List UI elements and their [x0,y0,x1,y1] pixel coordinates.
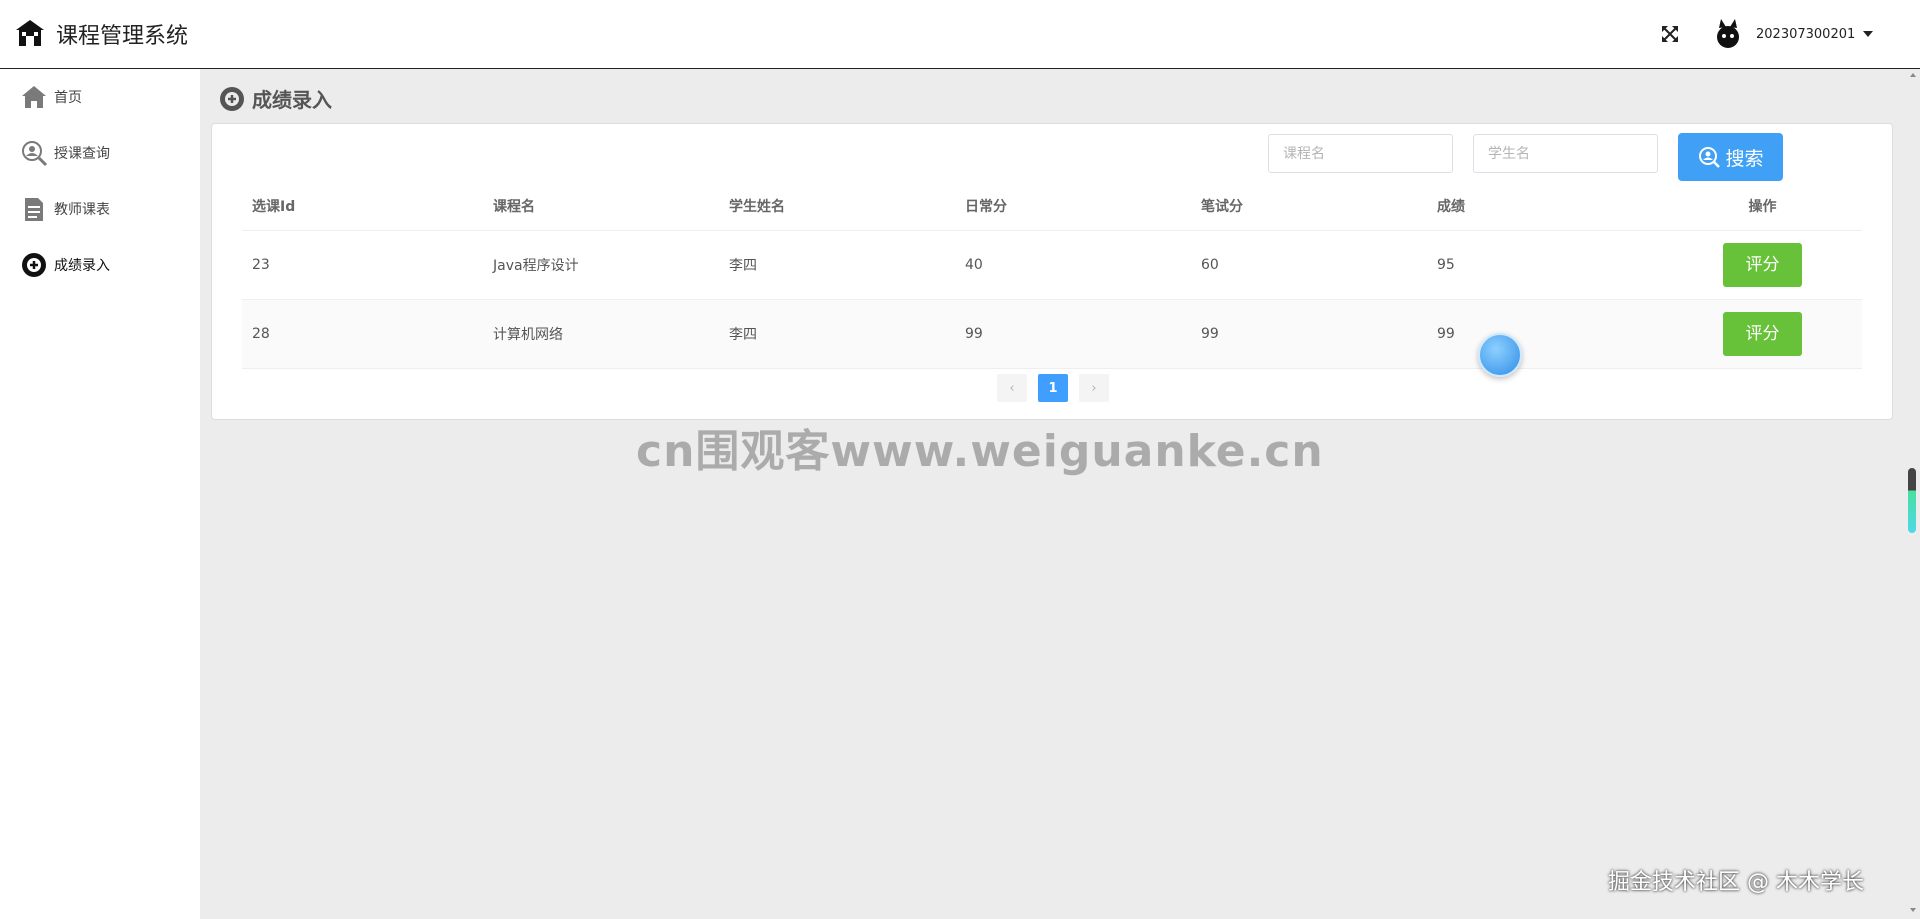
page-heading: 成绩录入 [218,84,332,113]
cell-written: 99 [1191,299,1427,369]
grade-button[interactable]: 评分 [1723,242,1802,287]
sidebar-item-label: 授课查询 [54,146,110,162]
school-building-icon [16,20,44,46]
floating-assistant-ball[interactable] [1478,333,1522,377]
cell-course: Java程序设计 [483,230,719,300]
column-header[interactable]: 日常分 [955,183,1191,231]
top-header: 课程管理系统 202307300201 [0,0,1920,69]
cat-avatar-icon [1717,19,1739,48]
add-circle-icon [20,251,48,279]
column-header[interactable]: 笔试分 [1191,183,1427,231]
sidebar-item-home[interactable]: 首页 [0,69,200,125]
scroll-up-arrow-icon[interactable] [1910,73,1916,77]
cell-student: 李四 [719,230,955,300]
column-header: 操作 [1663,183,1862,231]
table-header-row: 选课Id 课程名 学生姓名 日常分 笔试分 成绩 操作 [242,183,1862,231]
user-menu[interactable]: 202307300201 [1712,18,1874,50]
search-user-icon [20,139,48,167]
page-title: 成绩录入 [252,88,332,112]
sidebar-item-label: 成绩录入 [54,258,110,274]
search-button[interactable]: 搜索 [1678,133,1783,181]
cell-id: 28 [242,299,483,369]
footer-credit: 掘金技术社区 @ 木木学长 [1608,870,1864,895]
cell-course: 计算机网络 [483,299,719,369]
grade-entry-panel: 搜索 选课Id 课程名 学生姓名 日常分 笔试分 成绩 操作 23 Java程序… [211,123,1893,420]
grades-table: 选课Id 课程名 学生姓名 日常分 笔试分 成绩 操作 23 Java程序设计 … [242,183,1862,369]
student-name-input[interactable] [1473,134,1658,173]
cell-student: 李四 [719,299,955,369]
cell-score: 95 [1427,230,1663,300]
home-icon [20,83,48,111]
cell-action: 评分 [1663,230,1862,300]
add-circle-icon [220,86,244,111]
username[interactable]: 202307300201 [1756,27,1855,42]
column-header[interactable]: 选课Id [242,183,483,231]
sidebar: 首页 授课查询 教师课表 成绩录入 [0,69,200,919]
sidebar-item-grade-entry[interactable]: 成绩录入 [0,237,200,293]
column-header[interactable]: 成绩 [1427,183,1663,231]
column-header[interactable]: 学生姓名 [719,183,955,231]
scroll-down-arrow-icon[interactable] [1910,908,1916,912]
fullscreen-expand-icon[interactable] [1658,22,1682,46]
app-title: 课程管理系统 [56,24,189,49]
grade-button[interactable]: 评分 [1723,311,1802,356]
cell-score: 99 [1427,299,1663,369]
cell-action: 评分 [1663,299,1862,369]
brand: 课程管理系统 [14,18,188,50]
watermark: cn围观客www.weiguanke.cn [636,426,1324,477]
table-row: 28 计算机网络 李四 99 99 99 评分 [242,299,1862,369]
search-user-icon [1699,147,1721,168]
cell-daily: 40 [955,230,1191,300]
page-number-button[interactable]: 1 [1038,374,1068,402]
sidebar-item-label: 首页 [54,90,82,106]
next-page-button[interactable]: › [1079,374,1109,402]
sidebar-item-course-query[interactable]: 授课查询 [0,125,200,181]
column-header[interactable]: 课程名 [483,183,719,231]
scrollbar-thumb[interactable] [1908,468,1916,533]
document-icon [20,195,48,223]
prev-page-button[interactable]: ‹ [997,374,1027,402]
search-button-label: 搜索 [1725,147,1764,170]
cell-id: 23 [242,230,483,300]
sidebar-item-teacher-schedule[interactable]: 教师课表 [0,181,200,237]
table-row: 23 Java程序设计 李四 40 60 95 评分 [242,230,1862,300]
sidebar-item-label: 教师课表 [54,202,110,218]
pagination: ‹ 1 › [997,374,1120,402]
course-name-input[interactable] [1268,134,1453,173]
cell-written: 60 [1191,230,1427,300]
cell-daily: 99 [955,299,1191,369]
chevron-down-icon[interactable] [1863,31,1874,37]
